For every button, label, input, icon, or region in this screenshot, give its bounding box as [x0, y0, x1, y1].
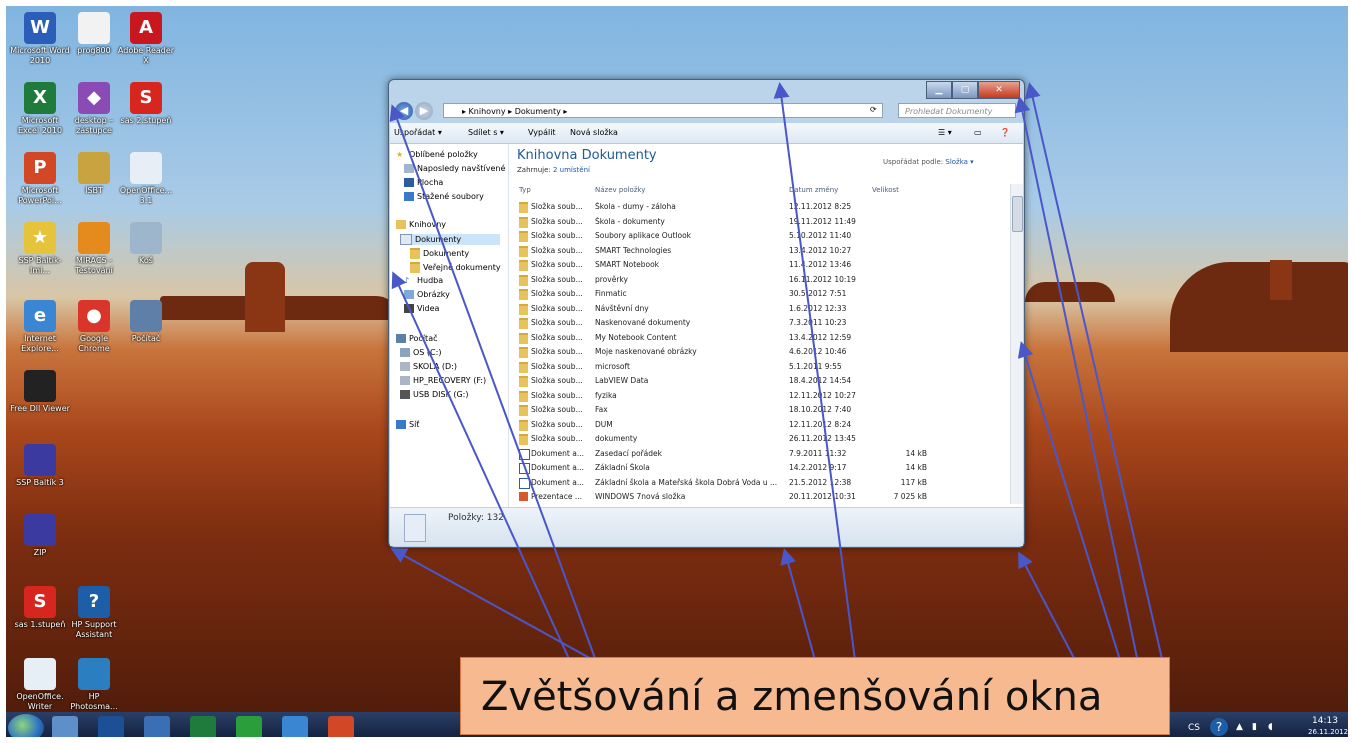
annotation-arrow — [1014, 96, 1141, 673]
annotation-arrow — [390, 548, 616, 673]
annotation-arrow — [780, 548, 816, 661]
annotation-arrow — [1024, 82, 1166, 673]
annotation-arrow — [1018, 551, 1076, 661]
caption-box: Zvětšování a zmenšování okna — [460, 657, 1170, 735]
annotation-arrows — [389, 82, 1166, 673]
annotation-arrow — [391, 271, 576, 673]
annotation-arrow — [389, 104, 601, 673]
desktop-background: W Microsoft Word 2010 prog800 A Adobe Reader… — [0, 0, 1354, 743]
